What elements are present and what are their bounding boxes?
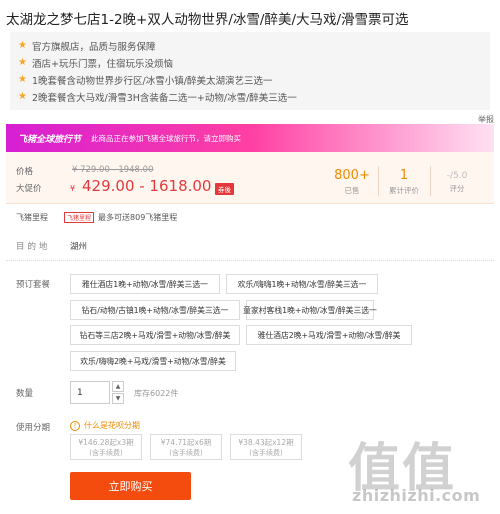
decrement-button[interactable]: ▼ [112, 393, 124, 404]
package-option[interactable]: 欢乐/嗨嗨2晚+马戏/滑雪+动物/冰雪/醉美 [70, 351, 236, 371]
quantity-input[interactable]: 1 [70, 381, 110, 404]
package-option[interactable]: 童家村客栈1晚+动物/冰雪/醉美三选一 [243, 300, 377, 320]
star-icon: ★ [18, 40, 27, 51]
feature-item: ★ 2晚套餐含大马戏/滑雪3H含装备二选一+动物/冰雪/醉美三选一 [18, 91, 297, 104]
package-option[interactable]: 钻石/动物/古镇1晚+动物/冰雪/醉美三选一 [70, 300, 240, 320]
installment-label: 使用分期 [16, 423, 51, 433]
orig-price-label: 价格 [16, 167, 34, 177]
stock-text: 库存6022件 [134, 389, 179, 398]
currency-symbol: ¥ [70, 184, 76, 193]
watermark: 值值 zhizhizhi.com [330, 420, 500, 514]
feature-item: ★ 酒店+玩乐门票，住宿玩乐没烦恼 [18, 57, 173, 70]
stat-divider [430, 166, 431, 196]
star-icon: ★ [18, 74, 27, 85]
increment-button[interactable]: ▲ [112, 381, 124, 392]
review-label: 累计评价 [389, 186, 419, 195]
package-option[interactable]: 雅仕酒店1晚+动物/冰雪/醉美三选一 [70, 274, 220, 294]
package-option[interactable]: 雅仕酒店2晚+马戏/滑雪+动物/冰雪/醉美 [246, 325, 412, 345]
sold-stat: 800+ 已售 [328, 168, 376, 196]
chevron-up-icon: ▲ [115, 383, 121, 390]
package-label: 预订套餐 [16, 280, 51, 290]
orig-price: ¥ 729.00 - 1948.00 [72, 165, 154, 175]
rating-value: -/5.0 [446, 171, 468, 181]
chevron-down-icon: ▼ [115, 395, 121, 402]
banner-text: 此商品正在参加飞猪全球旅行节，请立即购买 [91, 133, 242, 143]
installment-info-link[interactable]: ! 什么是花呗分期 [70, 420, 140, 431]
watermark-text: zhizhizhi.com [352, 486, 481, 505]
buy-now-button[interactable]: 立即购买 [70, 472, 191, 500]
mileage-tag: 飞猪里程 [64, 212, 95, 223]
promo-price: 429.00 - 1618.00 [82, 177, 212, 195]
mileage-text: 最多可送809飞猪里程 [98, 213, 178, 222]
section-divider [6, 260, 494, 261]
product-title: 太湖龙之梦七店1-2晚+双人动物世界/冰雪/醉美/大马戏/滑雪票可选 [6, 12, 409, 28]
destination-row: 目的地 湖州 [16, 240, 87, 252]
mileage-label: 飞猪里程 [16, 213, 48, 222]
feature-item: ★ 1晚套餐含动物世界步行区/冰雪小镇/醉美太湖演艺三选一 [18, 74, 273, 87]
quantity-label: 数量 [16, 389, 34, 399]
review-count: 1 [399, 168, 409, 183]
sold-count: 800+ [334, 168, 370, 183]
package-option[interactable]: 钻石等三店2晚+马戏/滑雪+动物/冰雪/醉美 [70, 325, 240, 345]
feature-item: ★ 官方旗舰店，品质与服务保障 [18, 40, 156, 53]
promo-banner[interactable]: 飞猪全球旅行节 此商品正在参加飞猪全球旅行节，请立即购买 [6, 124, 494, 152]
feature-list: ★ 官方旗舰店，品质与服务保障 ★ 酒店+玩乐门票，住宿玩乐没烦恼 ★ 1晚套餐含动物… [10, 32, 490, 110]
package-option[interactable]: 欢乐/嗨嗨1晚+动物/冰雪/醉美三选一 [226, 274, 378, 294]
sold-label: 已售 [344, 186, 360, 195]
destination-value: 湖州 [70, 242, 88, 252]
installment-option[interactable]: ¥146.28起x3期 (含手续费) [70, 434, 142, 460]
installment-option[interactable]: ¥74.71起x6期 (含手续费) [150, 434, 222, 460]
coupon-badge: 券後 [215, 183, 234, 195]
mileage-row: 飞猪里程 飞猪里程 最多可送809飞猪里程 [16, 212, 177, 223]
rating-stat: -/5.0 评分 [433, 168, 481, 194]
stat-divider [378, 166, 379, 196]
destination-label: 目的地 [16, 242, 51, 252]
price-box: 价格 ¥ 729.00 - 1948.00 大促价 ¥ 429.00 - 161… [6, 152, 494, 204]
star-icon: ★ [18, 57, 27, 68]
promo-price-label: 大促价 [16, 184, 42, 194]
info-icon: ! [70, 420, 80, 431]
banner-brand: 飞猪全球旅行节 [18, 134, 82, 145]
star-icon: ★ [18, 91, 27, 102]
review-stat[interactable]: 1 累计评价 [380, 168, 428, 196]
installment-option[interactable]: ¥38.43起x12期 (含手续费) [230, 434, 302, 460]
rating-label: 评分 [449, 184, 465, 193]
